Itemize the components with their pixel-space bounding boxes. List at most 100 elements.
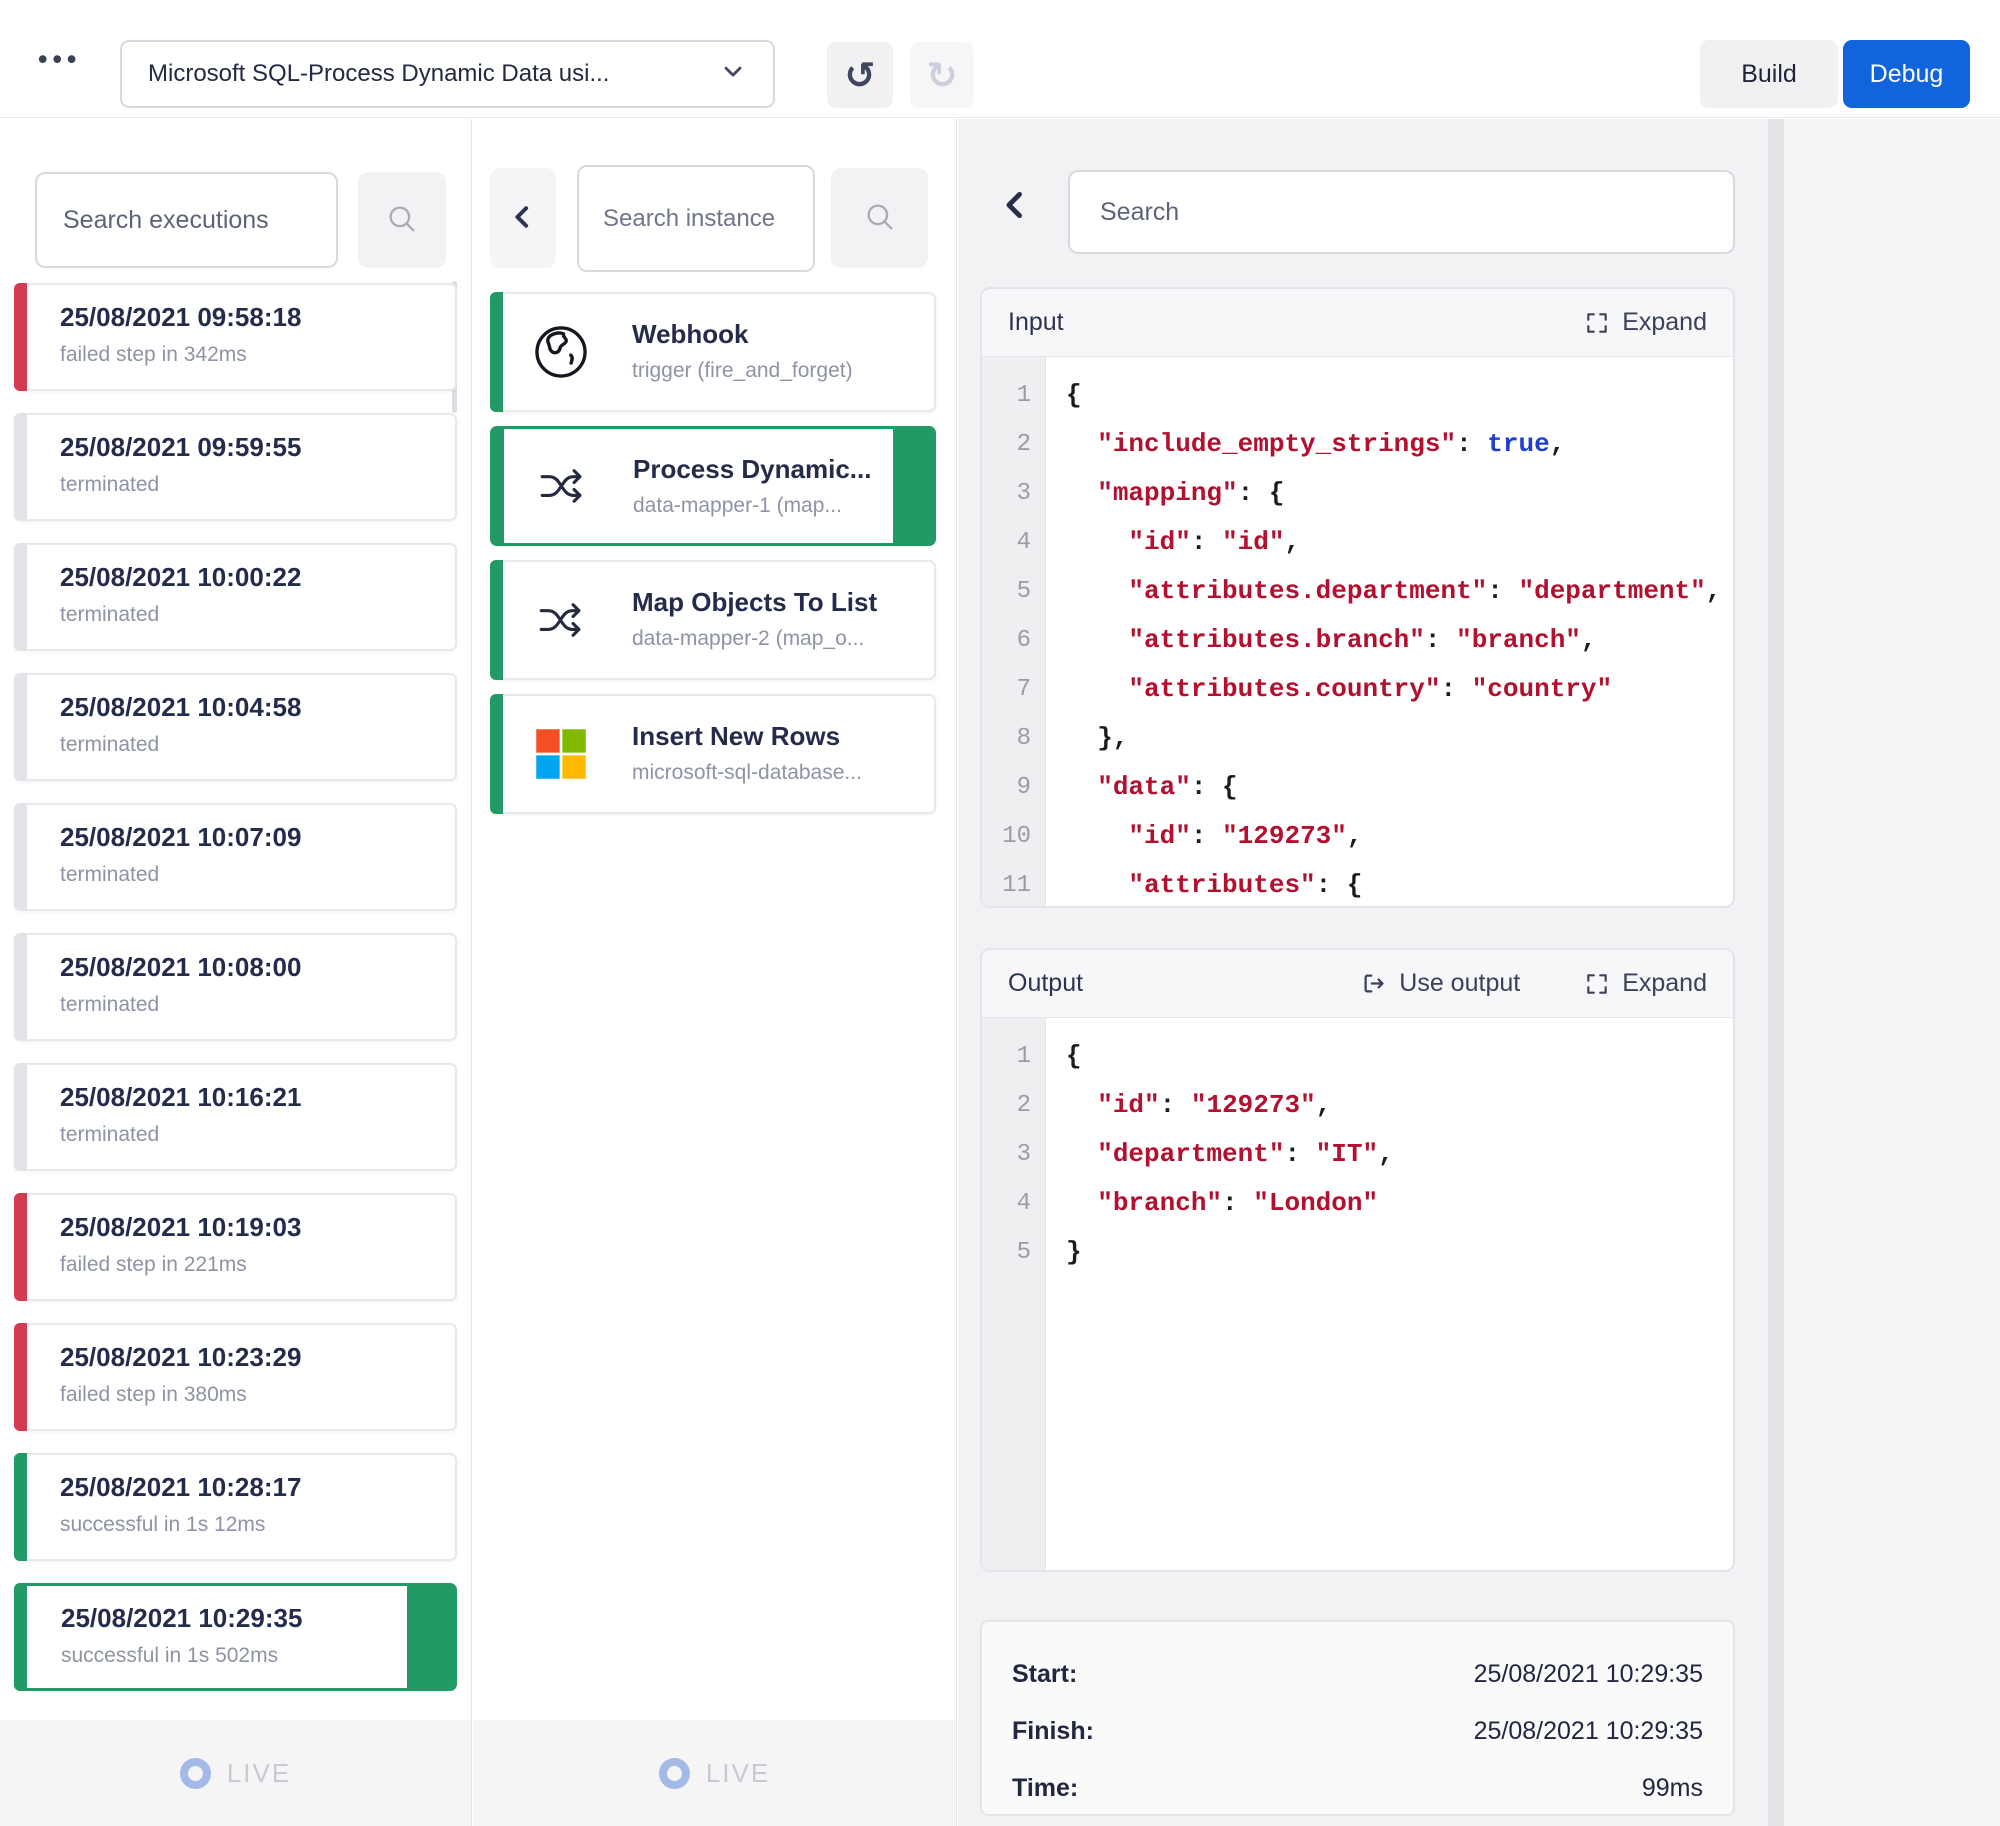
workflow-step-card[interactable]: Webhooktrigger (fire_and_forget)	[490, 292, 936, 412]
output-code-editor[interactable]: 12345 { "id": "129273", "department": "I…	[982, 1018, 1733, 1570]
inspector-back-button[interactable]	[992, 181, 1040, 229]
code-line: "attributes": {	[1066, 861, 1733, 906]
line-number: 11	[982, 861, 1031, 906]
execution-status: terminated	[60, 733, 455, 757]
json-string-token: "129273"	[1222, 821, 1347, 851]
json-string-token: "data"	[1097, 772, 1191, 802]
finish-row: Finish: 25/08/2021 10:29:35	[1012, 1703, 1703, 1760]
failed-status-accent	[14, 1323, 27, 1431]
execution-timestamp: 25/08/2021 10:23:29	[60, 1342, 455, 1373]
execution-list-item[interactable]: 25/08/2021 10:29:35successful in 1s 502m…	[14, 1583, 457, 1691]
input-panel-header: Input Expand	[982, 289, 1733, 357]
build-button[interactable]: Build	[1700, 40, 1838, 108]
execution-list-item[interactable]: 25/08/2021 09:58:18failed step in 342ms	[14, 283, 457, 391]
success-status-accent	[14, 1453, 27, 1561]
json-punctuation-token	[1066, 674, 1128, 704]
execution-status: terminated	[60, 863, 455, 887]
undo-button[interactable]: ↺	[827, 42, 893, 108]
step-title: Webhook	[632, 319, 934, 350]
json-punctuation-token: :	[1160, 1090, 1191, 1120]
line-number: 2	[982, 420, 1031, 469]
code-line: "attributes.branch": "branch",	[1066, 616, 1733, 665]
inspector-search-input[interactable]	[1068, 170, 1735, 254]
execution-details-panel: Start: 25/08/2021 10:29:35 Finish: 25/08…	[980, 1620, 1735, 1816]
execution-list-item[interactable]: 25/08/2021 10:08:00 terminated	[14, 933, 457, 1041]
search-instance-input[interactable]: Search instance	[577, 165, 815, 272]
json-punctuation-token: }	[1066, 1237, 1082, 1267]
collapse-steps-button[interactable]	[490, 168, 556, 268]
execution-list-item[interactable]: 25/08/2021 10:07:09terminated	[14, 803, 457, 911]
input-expand-button[interactable]: Expand	[1584, 308, 1707, 337]
search-instance-button[interactable]	[831, 168, 928, 268]
execution-item-body: 25/08/2021 10:00:22terminated	[16, 545, 455, 627]
execution-list-item[interactable]: 25/08/2021 10:23:29failed step in 380ms	[14, 1323, 457, 1431]
code-line: "id": "129273",	[1066, 1081, 1733, 1130]
line-number: 5	[982, 1228, 1031, 1277]
shuffle-icon	[530, 429, 594, 543]
terminated-status-accent	[14, 803, 27, 911]
code-line: "attributes.country": "country"	[1066, 665, 1733, 714]
json-boolean-token: true	[1487, 429, 1549, 459]
chevron-down-icon	[719, 57, 747, 92]
json-string-token: "department"	[1097, 1139, 1284, 1169]
json-string-token: "attributes"	[1128, 870, 1315, 900]
execution-status: terminated	[60, 993, 455, 1017]
code-line: "mapping": {	[1066, 469, 1733, 518]
search-executions-input[interactable]	[35, 172, 338, 268]
execution-status: terminated	[60, 1123, 455, 1147]
workflow-step-card[interactable]: Map Objects To List data-mapper-2 (map_o.…	[490, 560, 936, 680]
execution-list-item[interactable]: 25/08/2021 10:28:17successful in 1s 12ms	[14, 1453, 457, 1561]
line-number: 7	[982, 665, 1031, 714]
chevron-left-icon	[1009, 194, 1020, 215]
step-subtitle: data-mapper-2 (map_o...	[632, 627, 934, 651]
selected-indicator-block	[893, 429, 933, 543]
json-punctuation-token: :	[1456, 429, 1487, 459]
json-punctuation-token	[1066, 870, 1128, 900]
live-indicator-icon	[659, 1758, 690, 1789]
expand-icon	[1584, 971, 1610, 997]
execution-list-item[interactable]: 25/08/2021 10:00:22terminated	[14, 543, 457, 651]
step-title: Map Objects To List	[632, 587, 934, 618]
workflow-selector-dropdown[interactable]: Microsoft SQL-Process Dynamic Data usi..…	[120, 40, 775, 108]
json-string-token: "London"	[1253, 1188, 1378, 1218]
execution-list-item[interactable]: 25/08/2021 10:19:03failed step in 221ms	[14, 1193, 457, 1301]
start-value: 25/08/2021 10:29:35	[1474, 1660, 1703, 1689]
top-toolbar: ••• Microsoft SQL-Process Dynamic Data u…	[0, 0, 2000, 118]
execution-item-body: 25/08/2021 10:08:00 terminated	[16, 935, 455, 1017]
executions-live-footer: LIVE	[0, 1720, 471, 1826]
executions-list: 25/08/2021 09:58:18failed step in 342ms 2…	[14, 283, 457, 1713]
input-code-editor[interactable]: 1234567891011 { "include_empty_strings":…	[982, 357, 1733, 906]
execution-timestamp: 25/08/2021 10:08:00	[60, 952, 455, 983]
execution-timestamp: 25/08/2021 09:59:55	[60, 432, 455, 463]
json-string-token: "id"	[1222, 527, 1284, 557]
json-punctuation-token: :	[1191, 527, 1222, 557]
execution-list-item[interactable]: 25/08/2021 10:04:58terminated	[14, 673, 457, 781]
json-punctuation-token	[1066, 478, 1097, 508]
execution-status: terminated	[60, 473, 455, 497]
workflow-step-card[interactable]: Insert New Rowsmicrosoft-sql-database...	[490, 694, 936, 814]
use-output-button[interactable]: Use output	[1360, 969, 1520, 998]
execution-timestamp: 25/08/2021 10:19:03	[60, 1212, 455, 1243]
use-output-icon	[1360, 970, 1387, 997]
execution-timestamp: 25/08/2021 10:16:21	[60, 1082, 455, 1113]
debug-button[interactable]: Debug	[1843, 40, 1970, 108]
overflow-menu-button[interactable]: •••	[38, 35, 108, 83]
steps-column: Search instance Webhooktrigger (fire_and…	[473, 119, 957, 1826]
workflow-step-card[interactable]: Process Dynamic...data-mapper-1 (map...	[490, 426, 936, 546]
json-punctuation-token: {	[1066, 380, 1082, 410]
search-executions-button[interactable]	[358, 172, 446, 268]
json-string-token: "id"	[1128, 527, 1190, 557]
redo-button[interactable]: ↻	[910, 42, 974, 108]
page-scrollbar[interactable]	[1768, 119, 1784, 1826]
json-punctuation-token: },	[1066, 723, 1128, 753]
execution-list-item[interactable]: 25/08/2021 10:16:21 terminated	[14, 1063, 457, 1171]
canvas-empty-area	[1784, 119, 2000, 1826]
json-punctuation-token	[1066, 772, 1097, 802]
terminated-status-accent	[14, 413, 27, 521]
search-icon	[385, 202, 419, 239]
expand-icon	[1584, 310, 1610, 336]
execution-list-item[interactable]: 25/08/2021 09:59:55 terminated	[14, 413, 457, 521]
json-string-token: "include_empty_strings"	[1097, 429, 1456, 459]
json-punctuation-token	[1066, 821, 1128, 851]
output-expand-button[interactable]: Expand	[1584, 969, 1707, 998]
